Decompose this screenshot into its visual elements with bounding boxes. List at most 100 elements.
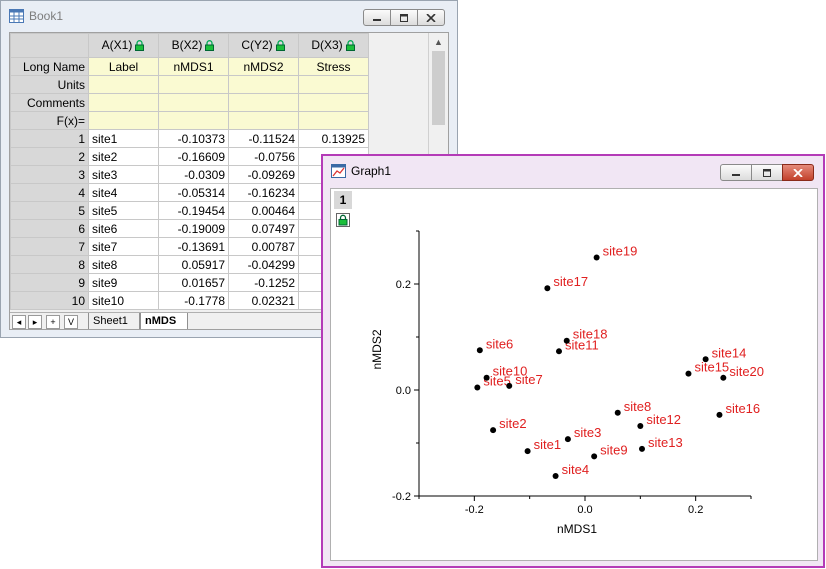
data-point-site18[interactable] [563,337,570,344]
data-label-site2[interactable]: site2 [499,416,526,431]
row-number[interactable]: 4 [10,183,89,202]
data-label-site10[interactable]: site10 [493,364,528,379]
row-number[interactable]: 2 [10,147,89,166]
column-header-b[interactable]: B(X2) [158,33,229,58]
column-header-a[interactable]: A(X1) [88,33,159,58]
data-label-site12[interactable]: site12 [646,412,681,427]
row-label[interactable]: Units [10,75,89,94]
table-cell[interactable]: -0.09269 [228,165,299,184]
close-button[interactable] [782,164,814,181]
table-cell[interactable]: 0.05917 [158,255,229,274]
table-cell[interactable]: site4 [88,183,159,202]
add-sheet-button[interactable]: + [46,315,60,329]
meta-cell[interactable] [88,75,159,94]
data-point-site13[interactable] [638,445,645,452]
data-point-site4[interactable] [552,473,559,480]
table-cell[interactable]: 0.13925 [298,129,369,148]
table-cell[interactable]: -0.1778 [158,291,229,310]
worksheet-grid[interactable]: A(X1) B(X2) C(Y2) D(X3) Long Name Label … [10,33,369,310]
graph-titlebar[interactable]: Graph1 [323,156,823,186]
row-number[interactable]: 6 [10,219,89,238]
book-titlebar[interactable]: Book1 [1,1,457,31]
table-cell[interactable]: -0.05314 [158,183,229,202]
x-axis-title[interactable]: nMDS1 [557,522,597,536]
table-cell[interactable]: -0.10373 [158,129,229,148]
data-point-site6[interactable] [476,347,483,354]
table-cell[interactable]: 0.07497 [228,219,299,238]
table-cell[interactable]: -0.1252 [228,273,299,292]
column-header-c[interactable]: C(Y2) [228,33,299,58]
minimize-button[interactable] [720,164,752,181]
data-point-site3[interactable] [564,436,571,443]
column-header-d[interactable]: D(X3) [298,33,369,58]
table-cell[interactable]: site3 [88,165,159,184]
graph-page[interactable]: 1 -0.2 0.0 0.2 -0.2 0.0 0.2 nMDS1 nMDS2 site1 si… [330,188,818,561]
sheet-list-button[interactable]: V [64,315,78,329]
table-cell[interactable]: site9 [88,273,159,292]
scroll-up-icon[interactable]: ▲ [434,37,443,47]
data-point-site16[interactable] [716,411,723,418]
next-sheet-button[interactable]: ▸ [28,315,42,329]
table-cell[interactable]: -0.16609 [158,147,229,166]
data-point-site7[interactable] [506,382,513,389]
row-number[interactable]: 1 [10,129,89,148]
minimize-button[interactable] [363,9,391,26]
data-label-site14[interactable]: site14 [712,345,747,360]
grid-corner[interactable] [10,33,89,58]
table-cell[interactable]: -0.0309 [158,165,229,184]
first-sheet-button[interactable]: ◂ [12,315,26,329]
data-label-site15[interactable]: site15 [694,360,729,375]
meta-cell[interactable]: Label [88,57,159,76]
table-cell[interactable]: site7 [88,237,159,256]
table-cell[interactable]: site2 [88,147,159,166]
meta-cell[interactable]: nMDS2 [228,57,299,76]
meta-cell[interactable]: nMDS1 [158,57,229,76]
data-point-site9[interactable] [591,453,598,460]
data-label-site1[interactable]: site1 [534,437,561,452]
data-label-site13[interactable]: site13 [648,435,683,450]
data-label-site17[interactable]: site17 [553,274,588,289]
row-label[interactable]: Long Name [10,57,89,76]
meta-cell[interactable] [298,93,369,112]
tab-nmds[interactable]: nMDS [140,313,188,329]
data-point-site15[interactable] [685,370,692,377]
meta-cell[interactable]: Stress [298,57,369,76]
row-label[interactable]: F(x)= [10,111,89,130]
row-number[interactable]: 9 [10,273,89,292]
table-cell[interactable]: -0.16234 [228,183,299,202]
data-point-site17[interactable] [544,285,551,292]
data-point-site11[interactable] [555,348,562,355]
data-label-site16[interactable]: site16 [725,401,760,416]
meta-cell[interactable] [158,93,229,112]
data-point-site20[interactable] [720,374,727,381]
tab-sheet1[interactable]: Sheet1 [88,313,140,329]
row-number[interactable]: 5 [10,201,89,220]
data-label-site19[interactable]: site19 [603,244,638,259]
meta-cell[interactable] [228,111,299,130]
data-label-site3[interactable]: site3 [574,425,601,440]
meta-cell[interactable] [88,111,159,130]
scatter-plot[interactable]: -0.2 0.0 0.2-0.20.00.2nMDS1nMDS2 site1site… [331,189,817,560]
data-label-site20[interactable]: site20 [729,364,764,379]
table-cell[interactable]: 0.00464 [228,201,299,220]
table-cell[interactable]: -0.19454 [158,201,229,220]
table-cell[interactable]: site8 [88,255,159,274]
table-cell[interactable]: -0.13691 [158,237,229,256]
restore-button[interactable] [390,9,418,26]
meta-cell[interactable] [158,111,229,130]
table-cell[interactable]: -0.19009 [158,219,229,238]
row-label[interactable]: Comments [10,93,89,112]
data-label-site4[interactable]: site4 [562,462,589,477]
data-point-site12[interactable] [637,423,644,430]
y-axis-title[interactable]: nMDS2 [370,329,384,369]
row-number[interactable]: 7 [10,237,89,256]
meta-cell[interactable] [298,75,369,94]
table-cell[interactable]: site6 [88,219,159,238]
table-cell[interactable]: 0.02321 [228,291,299,310]
meta-cell[interactable] [88,93,159,112]
data-point-site2[interactable] [490,427,497,434]
row-number[interactable]: 10 [10,291,89,310]
table-cell[interactable]: -0.04299 [228,255,299,274]
row-number[interactable]: 8 [10,255,89,274]
data-label-site9[interactable]: site9 [600,442,627,457]
